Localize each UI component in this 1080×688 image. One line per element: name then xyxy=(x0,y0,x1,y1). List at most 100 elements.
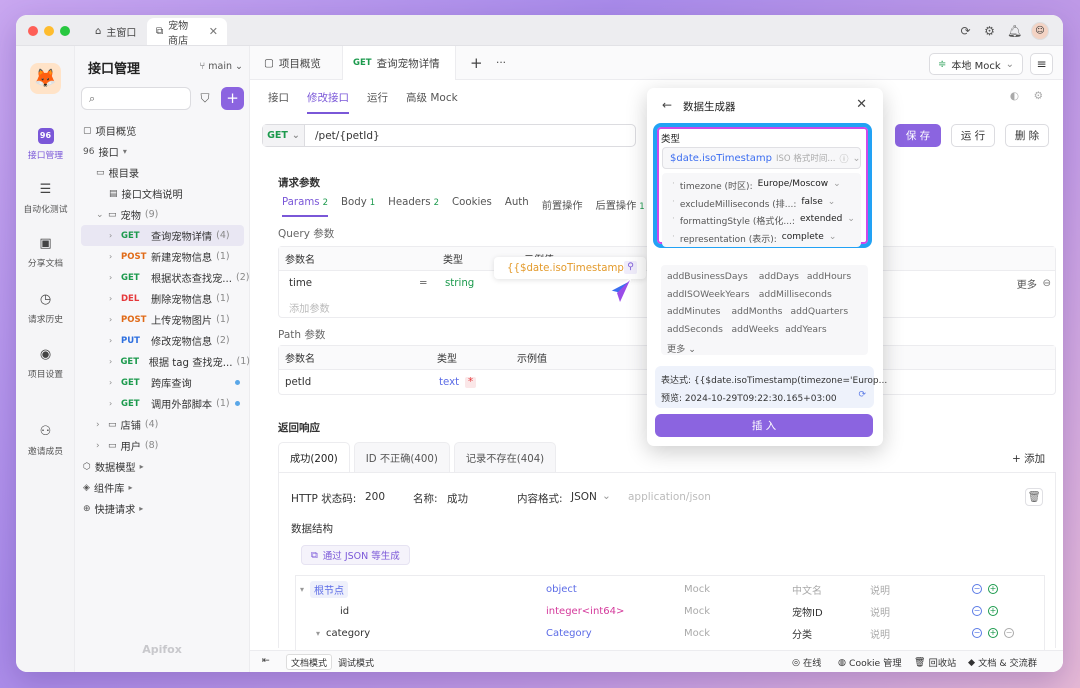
debug-mode-button[interactable]: 调试模式 xyxy=(334,654,378,670)
generator-type-select[interactable]: $date.isoTimestamp ISO 格式时间... ⓘ ⌄ xyxy=(662,147,861,169)
chevron-icon[interactable]: › xyxy=(96,420,104,430)
magic-wand-icon[interactable]: ⚲ xyxy=(624,261,637,274)
chevron-icon[interactable]: ▾ xyxy=(300,585,304,594)
back-arrow-icon[interactable]: ← xyxy=(662,98,672,112)
branch-selector[interactable]: ⑂ main ⌄ xyxy=(200,61,243,72)
settings-icon[interactable]: ⚙ xyxy=(1034,90,1043,102)
tab-api[interactable]: 接口 xyxy=(268,90,289,105)
tab-param-后置操作[interactable]: 后置操作 1 xyxy=(596,197,645,217)
doc-mode-button[interactable]: 文档模式 xyxy=(286,654,333,670)
tree-node[interactable]: › ▭ 用户 (8) xyxy=(75,435,250,456)
minus-icon[interactable]: − xyxy=(972,628,982,638)
api-item[interactable]: › PUT 修改宠物信息 (2) xyxy=(75,330,250,351)
tab-param-cookies[interactable]: Cookies xyxy=(452,197,492,217)
generator-option[interactable]: · excludeMilliseconds (排...: false ⌄ xyxy=(672,197,835,210)
search-input[interactable]: ⌕ xyxy=(81,87,191,110)
tab-edit-api[interactable]: 修改接口 xyxy=(307,90,349,114)
schema-row[interactable]: ▾ 根节点 object Mock 中文名 说明 − + xyxy=(296,578,1044,600)
api-item[interactable]: › DEL 删除宠物信息 (1) xyxy=(75,288,250,309)
method-chip[interactable]: addMinutes xyxy=(667,306,720,317)
mock-env-select[interactable]: ≑ 本地 Mock ⌄ xyxy=(929,53,1023,75)
run-button[interactable]: 运 行 xyxy=(951,124,995,147)
method-select[interactable]: GET ⌄ xyxy=(263,125,305,146)
tree-node[interactable]: ▤ 接口文档说明 xyxy=(75,183,250,204)
zoom-window-button[interactable] xyxy=(60,26,70,36)
tab-resp-400[interactable]: ID 不正确(400) xyxy=(353,442,450,472)
docs-community-button[interactable]: ◆ 文档 & 交流群 xyxy=(968,655,1037,670)
tab-run[interactable]: 运行 xyxy=(367,90,388,105)
tree-node[interactable]: 96 接口 ▾ xyxy=(75,141,250,162)
api-item[interactable]: › GET 根据状态查找宠... (2) xyxy=(75,267,250,288)
tree-node[interactable]: ◈ 组件库 ▸ xyxy=(75,477,250,498)
filter-icon[interactable]: ⛉ xyxy=(197,91,213,107)
minimize-window-button[interactable] xyxy=(44,26,54,36)
tree-node[interactable]: ⬡ 数据模型 ▸ xyxy=(75,456,250,477)
method-chip[interactable]: addWeeks xyxy=(732,324,779,335)
collapse-sidebar-icon[interactable]: ⇤ xyxy=(262,655,270,666)
rail-item-settings[interactable]: ◉ 项目设置 xyxy=(16,347,75,380)
tab-advanced-mock[interactable]: 高级 Mock xyxy=(406,90,458,105)
schema-row[interactable]: ▾ category Category Mock 分类 说明 − + − xyxy=(296,622,1044,644)
refresh-icon[interactable]: ⟳ xyxy=(959,24,972,38)
plus-icon[interactable]: + xyxy=(988,584,998,594)
insert-button[interactable]: 插 入 xyxy=(655,414,873,437)
method-chip[interactable]: addMonths xyxy=(732,306,783,317)
chevron-icon[interactable]: ⌄ xyxy=(96,210,104,220)
tab-param-body[interactable]: Body 1 xyxy=(341,197,375,217)
api-item[interactable]: › GET 跨库查询 xyxy=(75,372,250,393)
method-chip[interactable]: addISOWeekYears xyxy=(667,289,749,300)
chevron-icon[interactable]: ▾ xyxy=(316,629,320,638)
tab-current-api[interactable]: GET 查询宠物详情 xyxy=(342,46,456,80)
api-item[interactable]: › GET 根据 tag 查找宠... (1) xyxy=(75,351,250,372)
minus-icon[interactable]: − xyxy=(972,606,982,616)
plus-icon[interactable]: + xyxy=(988,606,998,616)
tab-param-headers[interactable]: Headers 2 xyxy=(388,197,439,217)
minus-icon[interactable]: ⊖ xyxy=(1042,278,1051,289)
close-icon[interactable]: ✕ xyxy=(209,25,218,38)
response-name-value[interactable]: 成功 xyxy=(447,491,468,506)
method-chip[interactable]: addMilliseconds xyxy=(759,289,832,300)
rail-item-invite[interactable]: ⚇ 邀请成员 xyxy=(16,424,75,457)
theme-icon[interactable]: ◐ xyxy=(1010,90,1019,102)
tree-node[interactable]: › ▭ 店铺 (4) xyxy=(75,414,250,435)
trash-button[interactable]: 🗑︎ 回收站 xyxy=(914,655,956,670)
window-tab-petstore[interactable]: ⧉ 宠物商店 ✕ xyxy=(147,18,227,47)
window-tab-main[interactable]: ⌂ 主窗口 xyxy=(86,18,145,45)
more-tabs-button[interactable]: ··· xyxy=(486,46,516,80)
generator-option[interactable]: · formattingStyle (格式化...: extended ⌄ xyxy=(672,214,855,227)
tab-param-前置操作[interactable]: 前置操作 xyxy=(542,197,583,217)
rail-item-share[interactable]: ▣ 分享文档 xyxy=(16,236,75,269)
example-value-input[interactable]: {{$date.isoTimestamp}} ⚲ xyxy=(494,257,646,279)
bell-icon[interactable]: 🔔︎ xyxy=(1007,24,1022,38)
url-input[interactable]: /pet/{petId} xyxy=(315,130,380,142)
tree-node[interactable]: ▭ 根目录 xyxy=(75,162,250,183)
tab-param-params[interactable]: Params 2 xyxy=(282,197,329,217)
delete-button[interactable]: 删 除 xyxy=(1005,124,1049,147)
minus-icon[interactable]: − xyxy=(972,584,982,594)
remove-icon[interactable]: − xyxy=(1004,628,1014,638)
tree-node[interactable]: ⌄ ▭ 宠物 (9) xyxy=(75,204,250,225)
more-methods-button[interactable]: 更多 ⌄ xyxy=(667,341,696,355)
method-chip[interactable]: addBusinessDays xyxy=(667,271,748,282)
generate-from-json-button[interactable]: ⧉ 通过 JSON 等生成 xyxy=(301,545,410,565)
add-api-button[interactable]: + xyxy=(221,87,244,110)
refresh-icon[interactable]: ⟳ xyxy=(858,390,866,400)
tab-resp-200[interactable]: 成功(200) xyxy=(278,442,350,472)
schema-row[interactable]: id integer<int64> Mock 宠物ID 说明 − + xyxy=(296,600,1044,622)
online-status[interactable]: ◎ 在线 xyxy=(792,655,821,670)
save-button[interactable]: 保 存 xyxy=(895,124,941,147)
avatar[interactable]: ☺ xyxy=(1031,22,1049,40)
plus-icon[interactable]: + xyxy=(988,628,998,638)
rail-item-history[interactable]: ◷ 请求历史 xyxy=(16,292,75,325)
tree-node[interactable]: ⊕ 快捷请求 ▸ xyxy=(75,498,250,519)
method-chip[interactable]: addYears xyxy=(785,324,827,335)
cookie-manager-button[interactable]: ◍ Cookie 管理 xyxy=(838,655,902,670)
close-icon[interactable]: ✕ xyxy=(856,97,867,112)
close-window-button[interactable] xyxy=(28,26,38,36)
generator-option[interactable]: · representation (表示): complete ⌄ xyxy=(672,232,836,245)
tab-overview[interactable]: ▢ 项目概览 xyxy=(254,46,331,80)
menu-button[interactable]: ≡ xyxy=(1030,53,1053,75)
api-item[interactable]: › GET 查询宠物详情 (4) xyxy=(81,225,244,246)
chevron-icon[interactable]: › xyxy=(96,441,104,451)
content-format-select[interactable]: JSON xyxy=(571,491,597,503)
